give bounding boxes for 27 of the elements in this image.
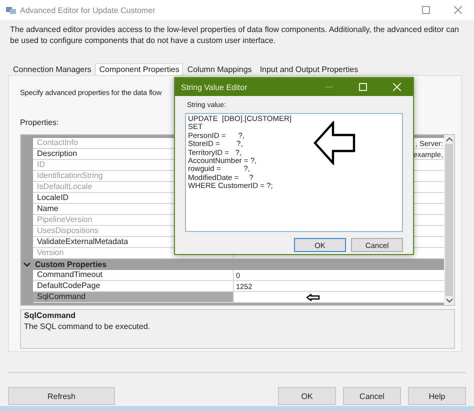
dialog-button[interactable]: Help xyxy=(408,387,466,405)
close-icon[interactable] xyxy=(454,6,462,14)
property-name[interactable]: CommandTimeout xyxy=(33,270,233,281)
dialog-button[interactable]: Cancel xyxy=(343,387,401,405)
scroll-down-icon[interactable] xyxy=(446,298,452,303)
dialog-button[interactable]: OK xyxy=(278,387,336,405)
window-title: Advanced Editor for Update Customer xyxy=(20,6,156,14)
maximize-icon[interactable] xyxy=(422,6,430,14)
help-title: SqlCommand xyxy=(24,311,77,320)
app-icon xyxy=(6,6,16,14)
property-value-cell[interactable] xyxy=(233,292,444,303)
dialog-button[interactable]: Refresh xyxy=(8,387,115,405)
tab[interactable]: Component Properties xyxy=(95,63,184,75)
property-name[interactable]: DefaultCodePage xyxy=(33,281,233,292)
help-text: The SQL command to be executed. xyxy=(24,322,151,331)
scrollbar-thumb[interactable] xyxy=(445,144,453,296)
category-label: Custom Properties xyxy=(35,260,107,269)
tab[interactable]: Input and Output Properties xyxy=(256,63,362,75)
property-name[interactable]: SqlCommand xyxy=(33,292,233,303)
tab[interactable]: Connection Managers xyxy=(9,63,96,75)
dialog-title: String Value Editor xyxy=(181,82,248,92)
expand-caret-icon[interactable] xyxy=(23,262,31,268)
scroll-up-icon[interactable] xyxy=(446,137,452,142)
description-text: The advanced editor provides access to the low-level properties of data flow components. Additionally, the advanced editor can be used to configure components that do not have a custom user interface. xyxy=(9,24,460,47)
properties-label: Properties: xyxy=(20,118,59,127)
left-arrow-icon xyxy=(313,121,356,165)
tab[interactable]: Column Mappings xyxy=(183,63,256,75)
